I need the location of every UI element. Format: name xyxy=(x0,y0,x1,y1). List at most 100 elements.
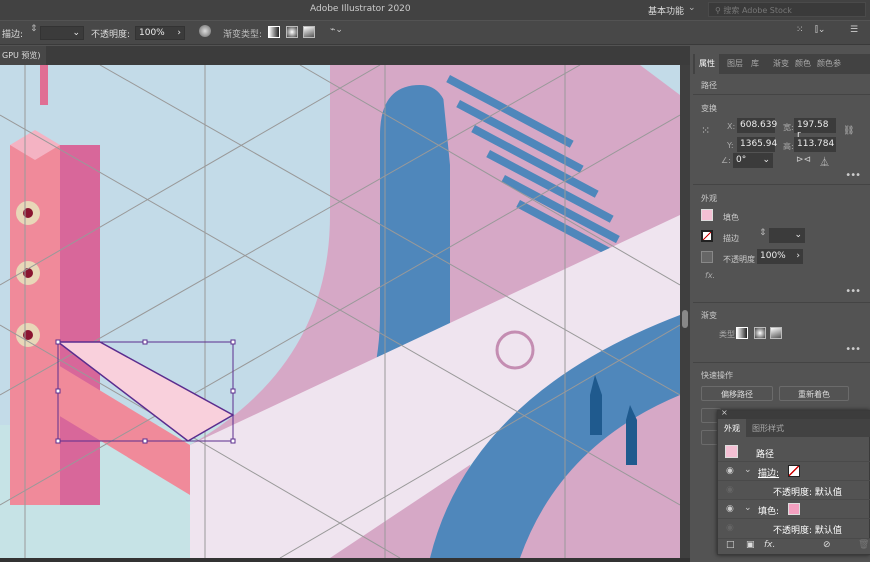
gradient-type-label: 类型: xyxy=(719,330,738,339)
stroke-label[interactable]: 描边: xyxy=(758,466,779,479)
freeform-gradient-icon[interactable] xyxy=(303,26,315,38)
fill-row[interactable]: ◉ ⌄ 填色: xyxy=(718,499,870,518)
illustration xyxy=(0,65,680,558)
y-field[interactable]: 1365.94 xyxy=(737,137,777,152)
freeform-gradient-icon[interactable] xyxy=(770,327,782,339)
x-field[interactable]: 608.639 xyxy=(737,118,777,133)
opacity-value: 100% xyxy=(760,251,786,261)
fx-button[interactable]: fx. xyxy=(705,271,715,280)
panel-tabs: 属性 图层 库 渐变 颜色 颜色参 xyxy=(693,54,870,74)
eye-icon[interactable]: ◉ xyxy=(726,523,734,533)
radial-gradient-icon[interactable] xyxy=(754,327,766,339)
recolor-icon[interactable] xyxy=(199,25,211,37)
fill-swatch[interactable] xyxy=(701,209,713,221)
quick-actions-title: 快速操作 xyxy=(701,371,733,380)
opacity-field[interactable]: 100% › xyxy=(757,249,803,264)
angle-icon: ∠: xyxy=(721,156,731,165)
opacity-icon xyxy=(701,251,713,263)
document-tab[interactable]: GPU 预览) xyxy=(0,46,46,65)
stroke-row[interactable]: ◉ ⌄ 描边: xyxy=(718,461,870,480)
puppet-warp-icon[interactable]: ⌁⌄ xyxy=(330,25,343,35)
tab-graphic-styles[interactable]: 图形样式 xyxy=(752,423,784,434)
clear-appearance-icon[interactable]: ⊘ xyxy=(823,540,831,550)
eye-icon[interactable]: ◉ xyxy=(726,466,734,476)
linear-gradient-icon[interactable] xyxy=(736,327,748,339)
fill-swatch[interactable] xyxy=(788,503,800,515)
height-label: 高: xyxy=(783,142,794,151)
eye-icon[interactable]: ◉ xyxy=(726,485,734,495)
delete-icon[interactable]: 🗑 xyxy=(858,540,869,550)
rotate-value: 0° xyxy=(736,155,747,165)
tab-color-guide[interactable]: 颜色参 xyxy=(817,58,841,69)
vertical-scrollbar[interactable] xyxy=(680,65,690,558)
fx-button[interactable]: fx. xyxy=(764,540,775,550)
gradient-type-label: 渐变类型: xyxy=(223,30,263,40)
fill-label[interactable]: 填色: xyxy=(758,504,779,517)
arrange-icon[interactable]: ⁙ xyxy=(796,25,804,35)
width-field[interactable]: 197.58 r xyxy=(794,118,836,140)
tab-libraries[interactable]: 库 xyxy=(751,58,759,69)
align-icon[interactable]: ⫿⌄ xyxy=(815,25,825,35)
opacity-field[interactable]: 100% › xyxy=(135,26,185,40)
eye-icon[interactable]: ◉ xyxy=(726,504,734,514)
stroke-opacity-label[interactable]: 不透明度: 默认值 xyxy=(773,485,842,498)
app-title: Adobe Illustrator 2020 xyxy=(310,4,411,14)
tab-properties[interactable]: 属性 xyxy=(695,54,719,74)
tab-appearance[interactable]: 外观 xyxy=(718,419,746,437)
x-label: X: xyxy=(727,122,736,131)
add-stroke-icon[interactable]: □ xyxy=(726,540,735,550)
tab-gradient[interactable]: 渐变 xyxy=(773,58,789,69)
tab-color[interactable]: 颜色 xyxy=(795,58,811,69)
appearance-panel: × 外观 图形样式 路径 ◉ ⌄ 描边: ◉ 不透明度: 默认值 ◉ ⌄ 填色: ◉… xyxy=(717,408,870,555)
radial-gradient-icon[interactable] xyxy=(286,26,298,38)
search-placeholder: 搜索 Adobe Stock xyxy=(723,6,792,15)
tab-layers[interactable]: 图层 xyxy=(727,58,743,69)
stroke-stepper[interactable]: ⇕ xyxy=(759,228,767,238)
workspace-switcher[interactable]: 基本功能 xyxy=(648,4,684,17)
linear-gradient-icon[interactable] xyxy=(268,26,280,38)
rotate-field[interactable]: 0° ⌄ xyxy=(733,153,773,168)
stroke-swatch[interactable] xyxy=(788,465,800,477)
object-thumbnail xyxy=(725,445,738,458)
more-gradient-button[interactable]: ••• xyxy=(845,344,861,355)
fill-opacity-row[interactable]: ◉ 不透明度: 默认值 xyxy=(718,518,870,537)
scrollbar-thumb[interactable] xyxy=(682,310,688,328)
stroke-swatch[interactable] xyxy=(701,230,713,242)
title-bar: Adobe Illustrator 2020 基本功能 ⌄ ⚲ 搜索 Adobe… xyxy=(0,0,870,20)
object-type: 路径 xyxy=(701,81,717,90)
offset-path-button[interactable]: 偏移路径 xyxy=(701,386,773,401)
appearance-title: 外观 xyxy=(701,194,717,203)
stroke-weight-field[interactable]: ⌄ xyxy=(40,26,84,40)
width-label: 宽: xyxy=(783,123,794,132)
more-appearance-button[interactable]: ••• xyxy=(845,286,861,297)
fill-opacity-label[interactable]: 不透明度: 默认值 xyxy=(773,523,842,536)
reference-point-icon[interactable]: ⁙ xyxy=(701,124,710,137)
stroke-label: 描边: xyxy=(2,30,24,40)
flip-horizontal-icon[interactable]: ⊳⊲ xyxy=(796,155,811,165)
opacity-label: 不透明度: xyxy=(91,30,131,40)
gradient-title: 渐变 xyxy=(701,311,717,320)
close-icon[interactable]: × xyxy=(721,408,728,417)
opacity-value: 100% xyxy=(139,28,165,38)
y-label: Y: xyxy=(727,141,734,150)
fill-label: 填色 xyxy=(723,213,739,222)
height-field[interactable]: 113.784 xyxy=(794,137,836,152)
opacity-label: 不透明度 xyxy=(723,255,755,264)
status-bar xyxy=(0,558,690,562)
stock-search-input[interactable]: ⚲ 搜索 Adobe Stock xyxy=(708,2,866,17)
transform-title: 变换 xyxy=(701,104,717,113)
stroke-weight-field[interactable]: ⌄ xyxy=(769,228,805,243)
artboard-canvas[interactable] xyxy=(0,65,680,558)
stroke-opacity-row[interactable]: ◉ 不透明度: 默认值 xyxy=(718,480,870,499)
control-bar: 描边: ⇕ ⌄ 不透明度: 100% › 渐变类型: ⌁⌄ ⁙ ⫿⌄ ☰ xyxy=(0,21,870,45)
stroke-stepper[interactable]: ⇕ xyxy=(30,24,38,34)
recolor-button[interactable]: 重新着色 xyxy=(779,386,849,401)
menu-icon[interactable]: ☰ xyxy=(850,25,858,35)
flip-vertical-icon[interactable]: ⏅ xyxy=(820,155,829,168)
add-fill-icon[interactable]: ▣ xyxy=(746,540,755,550)
stroke-label: 描边 xyxy=(723,234,739,243)
chevron-down-icon[interactable]: ⌄ xyxy=(688,3,696,13)
constrain-proportions-icon[interactable]: ⛓ xyxy=(843,126,854,136)
object-type: 路径 xyxy=(756,450,775,460)
more-transform-button[interactable]: ••• xyxy=(845,170,861,181)
